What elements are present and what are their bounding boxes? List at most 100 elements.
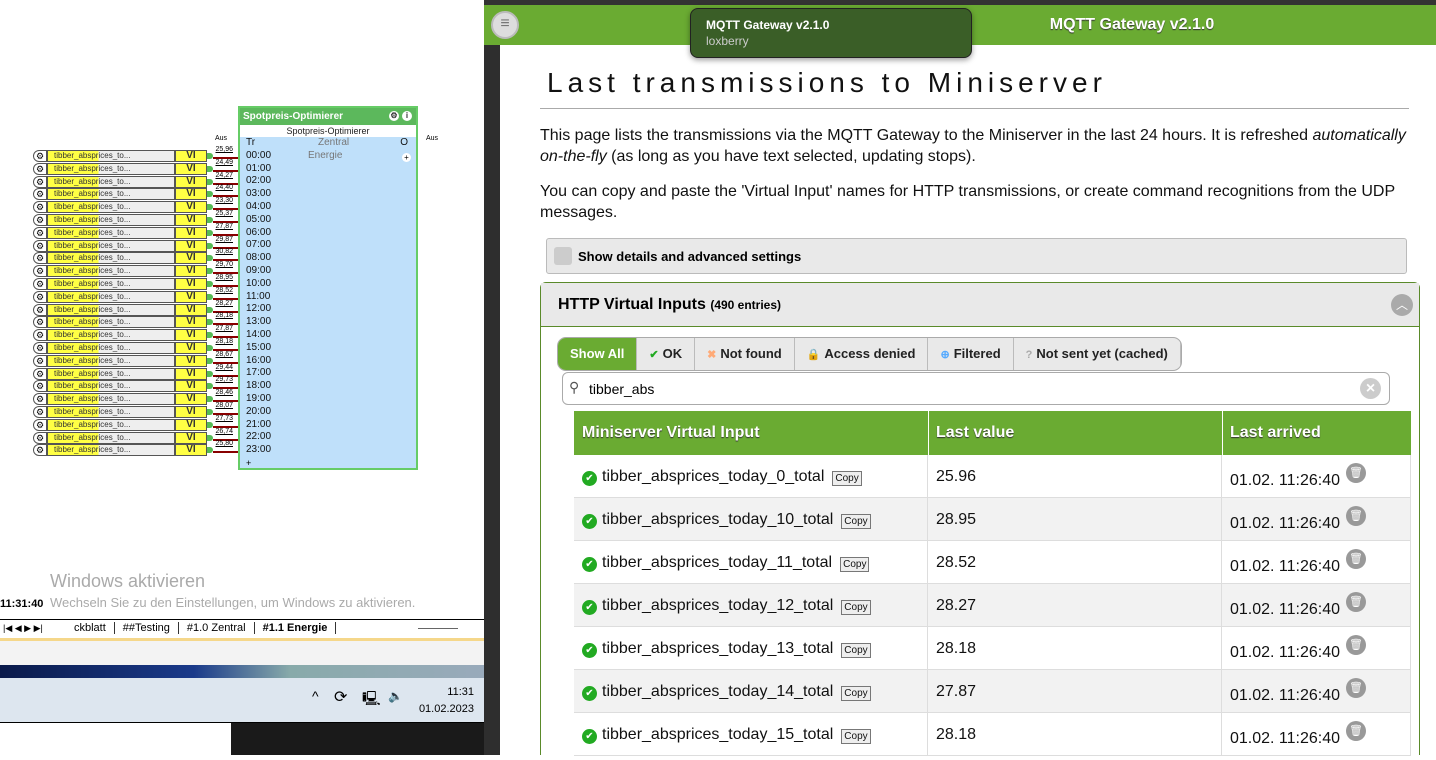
sheet-tab[interactable]: #1.1 Energie: [254, 622, 337, 634]
gear-icon: ⚙: [33, 354, 47, 367]
gear-icon: ⚙: [33, 342, 47, 354]
block-title: Spotpreis-Optimierer: [243, 111, 344, 122]
app-title: MQTT Gateway v2.1.0: [1049, 16, 1215, 33]
vi-name: tibber_absprices_to...: [47, 214, 175, 226]
vi-name: tibber_absprices_to...: [47, 418, 175, 431]
section-header[interactable]: HTTP Virtual Inputs (490 entries) ︿: [541, 283, 1419, 327]
hour-input-label: 02:00: [246, 175, 272, 187]
chevron-up-icon[interactable]: ^: [312, 688, 319, 704]
add-input-icon[interactable]: +: [246, 458, 251, 468]
gear-icon: ⚙: [33, 444, 47, 457]
info-icon[interactable]: i: [402, 111, 412, 121]
vi-name: tibber_absprices_to...: [47, 265, 175, 278]
hour-input-label: 23:00: [246, 444, 272, 456]
hour-input-label: 05:00: [246, 213, 272, 225]
filter-button[interactable]: 🔒 Access denied: [795, 338, 929, 370]
filter-button[interactable]: ✖ Not found: [695, 338, 795, 370]
hour-input-label: 17:00: [246, 367, 272, 379]
vi-name: tibber_absprices_to...: [47, 290, 175, 303]
trash-icon[interactable]: 🗑: [1346, 549, 1366, 569]
add-output-icon[interactable]: +: [402, 153, 411, 162]
copy-button[interactable]: Copy: [832, 471, 862, 486]
gear-icon: ⚙: [33, 329, 47, 342]
vi-name: tibber_absprices_to...: [47, 342, 175, 354]
hour-input-label: 11:00: [246, 290, 271, 302]
trash-icon[interactable]: 🗑: [1346, 635, 1366, 655]
output-o: O: [400, 137, 408, 148]
table-row: ✔ tibber_absprices_today_12_total Copy 28.2…: [574, 584, 1411, 627]
vi-name: tibber_absprices_to...: [47, 239, 175, 252]
vi-name: tibber_absprices_to...: [47, 354, 175, 367]
gear-icon: ⚙: [33, 214, 47, 226]
aus-input-label: Aus: [215, 135, 228, 142]
trash-icon[interactable]: 🗑: [1346, 678, 1366, 698]
filter-button[interactable]: ? Not sent yet (cached): [1014, 338, 1181, 370]
copy-button[interactable]: Copy: [841, 729, 871, 744]
trash-icon[interactable]: 🗑: [1346, 463, 1366, 483]
hour-input-label: 04:00: [246, 200, 272, 212]
clear-search-icon[interactable]: ×: [1360, 378, 1381, 399]
gear-icon[interactable]: ⚙: [389, 111, 399, 121]
vi-name: tibber_absprices_to...: [47, 316, 175, 329]
collapse-icon[interactable]: ︿: [1391, 294, 1413, 316]
hour-input-label: 10:00: [246, 277, 272, 289]
vi-name: tibber_absprices_to...: [47, 431, 175, 444]
gear-icon: ⚙: [33, 162, 47, 175]
copy-button[interactable]: Copy: [841, 643, 871, 658]
virtual-input-block[interactable]: ⚙ tibber_absprices_to... VI 25,80: [33, 440, 273, 457]
table-row: ✔ tibber_absprices_today_13_total Copy 28.1…: [574, 627, 1411, 670]
hour-input-label: 20:00: [246, 405, 272, 417]
last-value: 28.52: [928, 541, 1222, 584]
gear-icon: ⚙: [33, 239, 47, 252]
room-label: Zentral: [318, 137, 350, 148]
sheet-tab-bar: |◀ ◀ ▶ ▶| ckblatt ##Testing #1.0 Zentral #1…: [0, 619, 484, 637]
filter-button[interactable]: ⊕ Filtered: [928, 338, 1014, 370]
filter-icon: ⊕: [940, 349, 950, 361]
vi-name: tibber_absprices_to...: [47, 252, 175, 265]
details-toggle[interactable]: Show details and advanced settings: [546, 238, 1407, 274]
table-row: ✔ tibber_absprices_today_15_total Copy 28.1…: [574, 713, 1411, 756]
virtual-input-name: tibber_absprices_today_12_total: [602, 597, 834, 614]
sheet-tab[interactable]: ##Testing: [114, 622, 179, 634]
details-checkbox[interactable]: [554, 247, 572, 265]
last-value: 28.27: [928, 584, 1222, 627]
tooltip: MQTT Gateway v2.1.0 loxberry: [690, 8, 972, 58]
spotpreis-optimierer-block[interactable]: Spotpreis-Optimierer ⚙ i Spotpreis-Optim…: [238, 106, 418, 470]
sheet-tab[interactable]: #1.0 Zentral: [178, 622, 255, 634]
filter-button[interactable]: Show All: [558, 338, 638, 370]
copy-button[interactable]: Copy: [841, 514, 871, 529]
column-header[interactable]: Last arrived: [1230, 424, 1321, 442]
copy-button[interactable]: Copy: [841, 686, 871, 701]
vi-name: tibber_absprices_to...: [47, 329, 175, 342]
page-title: Last transmissions to Miniserver: [547, 67, 1107, 98]
wallpaper: [0, 665, 484, 678]
network-icon[interactable]: 🖳: [362, 688, 381, 712]
trash-icon[interactable]: 🗑: [1346, 592, 1366, 612]
trash-icon[interactable]: 🗑: [1346, 721, 1366, 741]
menu-button[interactable]: ≡: [491, 11, 519, 39]
virtual-input-name: tibber_absprices_today_11_total: [602, 554, 833, 571]
taskbar-clock[interactable]: 11:31 01.02.2023: [419, 684, 474, 718]
gear-icon: ⚙: [33, 175, 47, 188]
copy-button[interactable]: Copy: [841, 600, 871, 615]
gear-icon: ⚙: [33, 201, 47, 214]
aus-output-label: Aus: [426, 135, 439, 142]
gear-icon: ⚙: [33, 226, 47, 239]
tab-scroll-handle[interactable]: [418, 628, 458, 629]
block-header[interactable]: Spotpreis-Optimierer ⚙ i: [240, 108, 416, 125]
column-header[interactable]: Miniserver Virtual Input: [582, 424, 760, 442]
tab-nav-buttons[interactable]: |◀ ◀ ▶ ▶|: [3, 620, 43, 637]
windows-activate-watermark: Windows aktivieren Wechseln Sie zu den E…: [50, 571, 416, 610]
table-row: ✔ tibber_absprices_today_10_total Copy 28.9…: [574, 498, 1411, 541]
filter-button[interactable]: ✔ OK: [637, 338, 696, 370]
gear-icon: ⚙: [33, 418, 47, 431]
hour-input-label: 03:00: [246, 188, 272, 200]
sheet-tab[interactable]: ckblatt: [66, 622, 115, 634]
search-input[interactable]: ⚲ tibber_abs ×: [562, 372, 1390, 405]
copy-button[interactable]: Copy: [840, 557, 870, 572]
trash-icon[interactable]: 🗑: [1346, 506, 1366, 526]
sync-icon[interactable]: ⟳: [334, 687, 347, 707]
volume-icon[interactable]: 🔈: [388, 689, 403, 703]
table-header: Miniserver Virtual Input Last value Last…: [574, 411, 1411, 455]
column-header[interactable]: Last value: [936, 424, 1014, 442]
